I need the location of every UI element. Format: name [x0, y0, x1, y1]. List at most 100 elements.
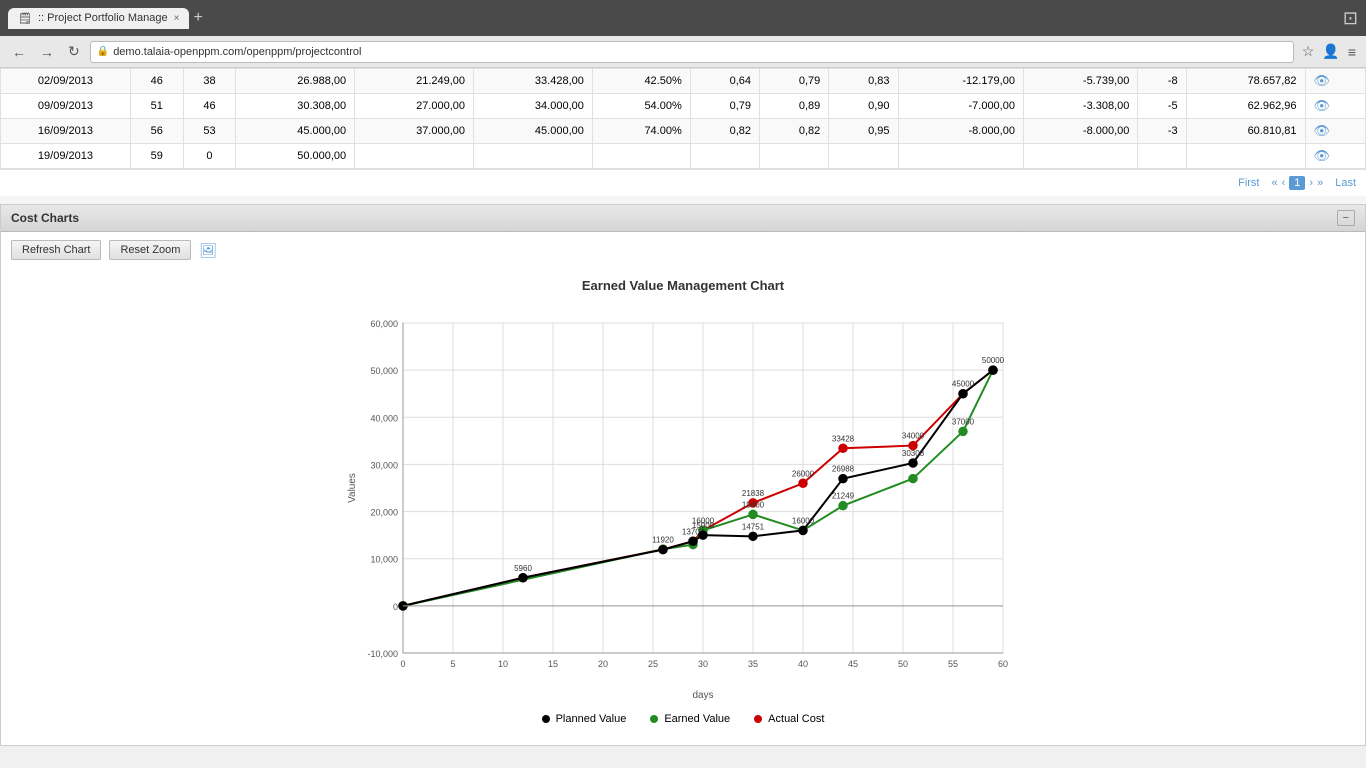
table-cell-4: 37.000,00 [355, 119, 474, 144]
view-icon-cell[interactable]: 👁 [1305, 69, 1366, 94]
svg-text:21249: 21249 [832, 492, 855, 501]
refresh-chart-button[interactable]: Refresh Chart [11, 240, 101, 260]
table-cell-12 [1138, 144, 1186, 169]
pagination-next2[interactable]: » [1317, 177, 1323, 189]
table-cell-9: 0,95 [829, 119, 898, 144]
table-cell-6 [592, 144, 690, 169]
svg-text:40,000: 40,000 [370, 413, 398, 423]
chart-legend: Planned Value Earned Value Actual Cost [542, 713, 825, 725]
svg-text:0: 0 [400, 659, 405, 669]
svg-text:0: 0 [393, 602, 398, 612]
view-icon[interactable]: 👁 [1314, 98, 1331, 113]
table-cell-11: -3.308,00 [1023, 94, 1137, 119]
table-row: 16/09/2013565345.000,0037.000,0045.000,0… [1, 119, 1366, 144]
refresh-button[interactable]: ↻ [64, 41, 84, 62]
tab-close-btn[interactable]: × [174, 13, 180, 24]
planned-value-dot [542, 715, 550, 723]
table-cell-8: 0,82 [760, 119, 829, 144]
table-cell-5 [474, 144, 593, 169]
svg-text:55: 55 [948, 659, 958, 669]
svg-text:50,000: 50,000 [370, 366, 398, 376]
cost-charts-section: Cost Charts − Refresh Chart Reset Zoom 🖼… [0, 204, 1366, 746]
reset-zoom-button[interactable]: Reset Zoom [109, 240, 191, 260]
table-cell-7: 0,64 [690, 69, 759, 94]
table-cell-6: 54.00% [592, 94, 690, 119]
svg-text:50: 50 [898, 659, 908, 669]
table-cell-5: 45.000,00 [474, 119, 593, 144]
new-tab-button[interactable]: + [193, 9, 202, 27]
chart-wrapper: -10,000010,00020,00030,00040,00050,00060… [343, 303, 1023, 703]
bookmark-button[interactable]: ☆ [1300, 41, 1317, 62]
table-cell-1: 46 [130, 69, 183, 94]
table-cell-3: 50.000,00 [236, 144, 355, 169]
earned-value-label: Earned Value [664, 713, 730, 725]
pagination-last[interactable]: Last [1335, 177, 1356, 189]
table-cell-3: 30.308,00 [236, 94, 355, 119]
data-table-section: 02/09/2013463826.988,0021.249,0033.428,0… [0, 68, 1366, 196]
pagination-next1[interactable]: › [1309, 177, 1313, 189]
table-cell-3: 45.000,00 [236, 119, 355, 144]
table-cell-4: 21.249,00 [355, 69, 474, 94]
svg-text:14751: 14751 [742, 522, 765, 531]
svg-text:16000: 16000 [792, 516, 815, 525]
table-cell-2: 46 [183, 94, 236, 119]
address-text: demo.talaia-openppm.com/openppm/projectc… [113, 46, 361, 58]
view-icon[interactable]: 👁 [1314, 73, 1331, 88]
table-cell-12: -8 [1138, 69, 1186, 94]
forward-button[interactable]: → [36, 42, 58, 62]
table-cell-1: 59 [130, 144, 183, 169]
pagination-prev2[interactable]: « [1271, 177, 1277, 189]
menu-button[interactable]: ≡ [1346, 41, 1358, 62]
pagination: First « ‹ 1 › » Last [0, 169, 1366, 196]
table-cell-6: 74.00% [592, 119, 690, 144]
table-cell-11: -5.739,00 [1023, 69, 1137, 94]
svg-text:50000: 50000 [982, 356, 1005, 365]
view-icon-cell[interactable]: 👁 [1305, 94, 1366, 119]
svg-text:25: 25 [648, 659, 658, 669]
svg-text:35: 35 [748, 659, 758, 669]
user-account-button[interactable]: 👤 [1320, 41, 1341, 62]
address-bar[interactable]: 🔒 demo.talaia-openppm.com/openppm/projec… [90, 41, 1294, 63]
table-cell-9 [829, 144, 898, 169]
svg-text:11920: 11920 [652, 536, 674, 545]
table-cell-4 [355, 144, 474, 169]
back-button[interactable]: ← [8, 42, 30, 62]
svg-text:21838: 21838 [742, 489, 765, 498]
nav-bar: ← → ↻ 🔒 demo.talaia-openppm.com/openppm/… [0, 36, 1366, 68]
svg-text:Values: Values [347, 473, 358, 503]
table-cell-0: 02/09/2013 [1, 69, 131, 94]
table-cell-10: -7.000,00 [898, 94, 1023, 119]
export-icon[interactable]: 🖼 [199, 242, 217, 259]
svg-text:30308: 30308 [902, 449, 925, 458]
pagination-prev1[interactable]: ‹ [1282, 177, 1286, 189]
table-cell-6: 42.50% [592, 69, 690, 94]
view-icon-cell[interactable]: 👁 [1305, 144, 1366, 169]
view-icon-cell[interactable]: 👁 [1305, 119, 1366, 144]
table-cell-13: 62.962,96 [1186, 94, 1305, 119]
pagination-current[interactable]: 1 [1289, 176, 1305, 190]
svg-text:19400: 19400 [742, 500, 765, 509]
actual-cost-label: Actual Cost [768, 713, 824, 725]
collapse-charts-button[interactable]: − [1337, 210, 1355, 226]
svg-text:5: 5 [450, 659, 455, 669]
table-cell-5: 34.000,00 [474, 94, 593, 119]
legend-planned: Planned Value [542, 713, 627, 725]
svg-text:-10,000: -10,000 [367, 649, 398, 659]
table-cell-12: -3 [1138, 119, 1186, 144]
pagination-first[interactable]: First [1238, 177, 1259, 189]
active-tab[interactable]: 🗒 :: Project Portfolio Manage × [8, 8, 189, 29]
svg-text:10: 10 [498, 659, 508, 669]
svg-text:20: 20 [598, 659, 608, 669]
table-row: 02/09/2013463826.988,0021.249,0033.428,0… [1, 69, 1366, 94]
table-cell-11: -8.000,00 [1023, 119, 1137, 144]
table-row: 19/09/201359050.000,00👁 [1, 144, 1366, 169]
svg-text:45000: 45000 [952, 380, 975, 389]
view-icon[interactable]: 👁 [1314, 123, 1331, 138]
window-controls[interactable]: ⊡ [1343, 8, 1358, 29]
svg-text:40: 40 [798, 659, 808, 669]
table-cell-7 [690, 144, 759, 169]
chart-container: Earned Value Management Chart -10,000010… [1, 268, 1365, 745]
table-cell-0: 09/09/2013 [1, 94, 131, 119]
table-cell-8: 0,79 [760, 69, 829, 94]
view-icon[interactable]: 👁 [1314, 148, 1331, 163]
